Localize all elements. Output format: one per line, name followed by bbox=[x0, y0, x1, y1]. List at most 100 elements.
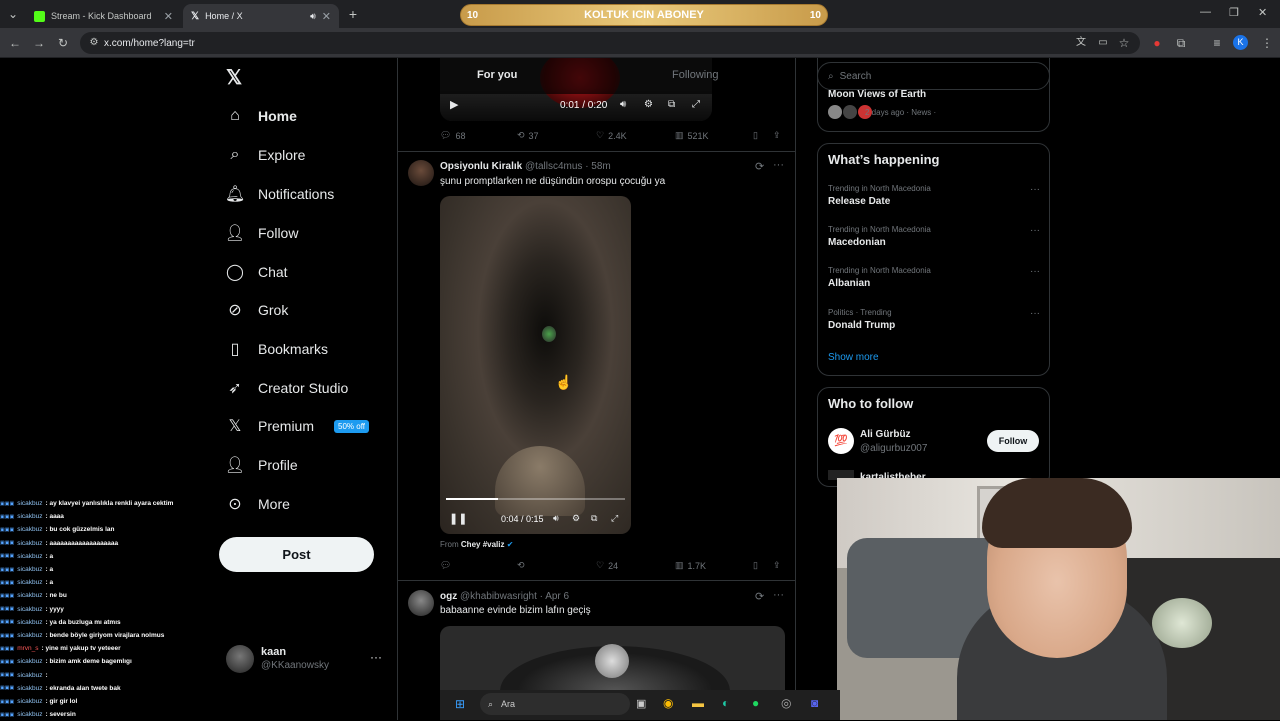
spotify-icon[interactable]: ● bbox=[752, 696, 759, 710]
suggestion-avatar[interactable]: 💯 bbox=[828, 428, 854, 454]
nav-item-grok[interactable]: ⊘ Grok bbox=[226, 294, 288, 326]
tab-for-you[interactable]: For you bbox=[477, 69, 517, 81]
cast-icon[interactable]: ▭ bbox=[1094, 34, 1112, 52]
post-author-avatar[interactable] bbox=[408, 590, 434, 616]
trend-more-icon[interactable]: ··· bbox=[1030, 308, 1040, 319]
follow-button[interactable]: Follow bbox=[987, 430, 1039, 452]
post-time[interactable]: · 58m bbox=[585, 161, 611, 172]
trend-item[interactable]: Trending in North Macedonia Albanian ··· bbox=[828, 266, 1040, 289]
repost-button[interactable]: ⟲ 37 bbox=[517, 130, 539, 141]
share-icon[interactable]: ⇪ bbox=[773, 130, 781, 141]
close-window-icon[interactable]: ✕ bbox=[1258, 6, 1267, 19]
chat-username[interactable]: sicakbuz bbox=[17, 500, 42, 507]
chat-username[interactable]: mrvn_s bbox=[17, 645, 38, 652]
settings-icon[interactable]: ⚙ bbox=[572, 513, 580, 524]
tab-home-x[interactable]: 𝕏 Home / X 🔊︎ ✕ bbox=[183, 4, 339, 28]
post-author-handle[interactable]: @khabibwasright bbox=[460, 591, 537, 602]
trend-item[interactable]: Politics · Trending Donald Trump ··· bbox=[828, 308, 1040, 331]
chat-username[interactable]: sicakbuz bbox=[17, 685, 42, 692]
account-avatar[interactable] bbox=[226, 645, 254, 673]
chat-username[interactable]: sicakbuz bbox=[17, 553, 42, 560]
new-tab-icon[interactable]: + bbox=[344, 5, 362, 23]
suggestion-handle[interactable]: @aligurbuz007 bbox=[860, 443, 927, 454]
trend-item[interactable]: Trending in North Macedonia Release Date ·… bbox=[828, 184, 1040, 207]
grok-explain-icon[interactable]: ⟳ bbox=[755, 590, 764, 603]
chat-username[interactable]: sicakbuz bbox=[17, 566, 42, 573]
close-icon[interactable]: ✕ bbox=[164, 10, 173, 23]
close-icon[interactable]: ✕ bbox=[322, 10, 331, 23]
share-icon[interactable]: ⇪ bbox=[773, 560, 781, 571]
x-logo-icon[interactable]: 𝕏 bbox=[226, 65, 242, 90]
minimize-icon[interactable]: — bbox=[1200, 6, 1211, 18]
chat-username[interactable]: sicakbuz bbox=[17, 658, 42, 665]
pip-icon[interactable]: ⧉ bbox=[591, 513, 597, 524]
suggestion-name[interactable]: Ali Gürbüz bbox=[860, 429, 911, 440]
volume-icon[interactable]: 🔊︎ bbox=[620, 99, 626, 110]
trend-item[interactable]: Trending in North Macedonia Macedonian ··· bbox=[828, 225, 1040, 248]
nav-item-follow[interactable]: 👤︎ Follow bbox=[225, 217, 299, 249]
profile-avatar[interactable]: K bbox=[1233, 35, 1248, 50]
chat-username[interactable]: sicakbuz bbox=[17, 513, 42, 520]
chat-username[interactable]: sicakbuz bbox=[17, 698, 42, 705]
chat-username[interactable]: sicakbuz bbox=[17, 711, 42, 718]
play-icon[interactable]: ▶ bbox=[450, 98, 458, 111]
chat-username[interactable]: sicakbuz bbox=[17, 632, 42, 639]
settings-icon[interactable]: ⚙ bbox=[644, 99, 653, 110]
nav-item-more[interactable]: ⊙ More bbox=[226, 488, 290, 520]
like-button[interactable]: ♡ 2.4K bbox=[596, 130, 627, 141]
menu-icon[interactable]: ⋮ bbox=[1258, 34, 1276, 52]
like-button[interactable]: ♡ 24 bbox=[596, 560, 618, 571]
chat-username[interactable]: sicakbuz bbox=[17, 619, 42, 626]
account-menu-icon[interactable]: ··· bbox=[370, 650, 382, 664]
post-author-name[interactable]: Opsiyonlu Kiralık bbox=[440, 161, 522, 172]
nav-item-notifications[interactable]: 🔔︎ Notifications bbox=[225, 178, 334, 210]
post-time[interactable]: · Apr 6 bbox=[540, 591, 569, 602]
pause-icon[interactable]: ❚❚ bbox=[449, 512, 467, 525]
file-explorer-icon[interactable]: ▬ bbox=[692, 696, 704, 710]
tab-following[interactable]: Following bbox=[672, 69, 718, 81]
speaker-icon[interactable]: 🔊︎ bbox=[310, 11, 316, 22]
maximize-icon[interactable]: ❐ bbox=[1229, 6, 1239, 19]
nav-item-explore[interactable]: ⌕ Explore bbox=[226, 139, 306, 171]
volume-icon[interactable]: 🔊︎ bbox=[553, 513, 559, 524]
chat-username[interactable]: sicakbuz bbox=[17, 540, 42, 547]
edge-icon[interactable]: ◐ bbox=[722, 696, 729, 710]
fullscreen-icon[interactable]: ⤢ bbox=[611, 513, 618, 524]
forward-icon[interactable]: → bbox=[30, 34, 48, 52]
reload-icon[interactable]: ↻ bbox=[54, 34, 72, 52]
news-title[interactable]: Moon Views of Earth bbox=[828, 89, 926, 100]
nav-item-creator-studio[interactable]: ➶ Creator Studio bbox=[226, 372, 348, 404]
chrome-icon[interactable]: ◉ bbox=[663, 696, 673, 710]
video-progress-track[interactable] bbox=[446, 498, 625, 500]
post-image[interactable] bbox=[440, 626, 785, 690]
tab-list-icon[interactable]: ⌄ bbox=[4, 5, 22, 23]
post-more-icon[interactable]: ··· bbox=[773, 589, 784, 601]
views-button[interactable]: ▥ 521K bbox=[675, 130, 709, 141]
post-author-name[interactable]: ogz bbox=[440, 591, 457, 602]
post-more-icon[interactable]: ··· bbox=[773, 159, 784, 171]
nav-item-home[interactable]: ⌂ Home bbox=[226, 100, 297, 132]
reply-button[interactable]: 💬︎ bbox=[440, 560, 451, 571]
windows-start-icon[interactable]: ⊞ bbox=[455, 697, 465, 711]
site-info-icon[interactable]: ⚙ bbox=[85, 34, 103, 52]
nav-item-bookmarks[interactable]: ▯ Bookmarks bbox=[226, 333, 328, 365]
bookmark-post-icon[interactable]: ▯ bbox=[753, 130, 758, 141]
nav-item-profile[interactable]: 👤︎ Profile bbox=[225, 449, 298, 481]
chat-username[interactable]: sicakbuz bbox=[17, 592, 42, 599]
trend-more-icon[interactable]: ··· bbox=[1030, 225, 1040, 236]
fullscreen-icon[interactable]: ⤢ bbox=[692, 99, 700, 110]
pip-icon[interactable]: ⧉ bbox=[668, 99, 675, 110]
extension-shield-icon[interactable]: ● bbox=[1148, 34, 1166, 52]
post-video[interactable]: ☝ ❚❚ 0:04 / 0:15 🔊︎ ⚙ ⧉ ⤢ bbox=[440, 196, 631, 534]
post-author-handle[interactable]: @tallsc4mus bbox=[525, 161, 582, 172]
chat-username[interactable]: sicakbuz bbox=[17, 526, 42, 533]
media-control-icon[interactable]: ≡ bbox=[1208, 34, 1226, 52]
bookmark-star-icon[interactable]: ☆ bbox=[1115, 34, 1133, 52]
chat-username[interactable]: sicakbuz bbox=[17, 579, 42, 586]
show-more-link[interactable]: Show more bbox=[828, 352, 879, 363]
taskbar-search[interactable]: ⌕ Ara bbox=[480, 693, 630, 715]
chat-username[interactable]: sicakbuz bbox=[17, 672, 42, 679]
bookmark-post-icon[interactable]: ▯ bbox=[753, 560, 758, 571]
grok-explain-icon[interactable]: ⟳ bbox=[755, 160, 764, 173]
chat-username[interactable]: sicakbuz bbox=[17, 606, 42, 613]
